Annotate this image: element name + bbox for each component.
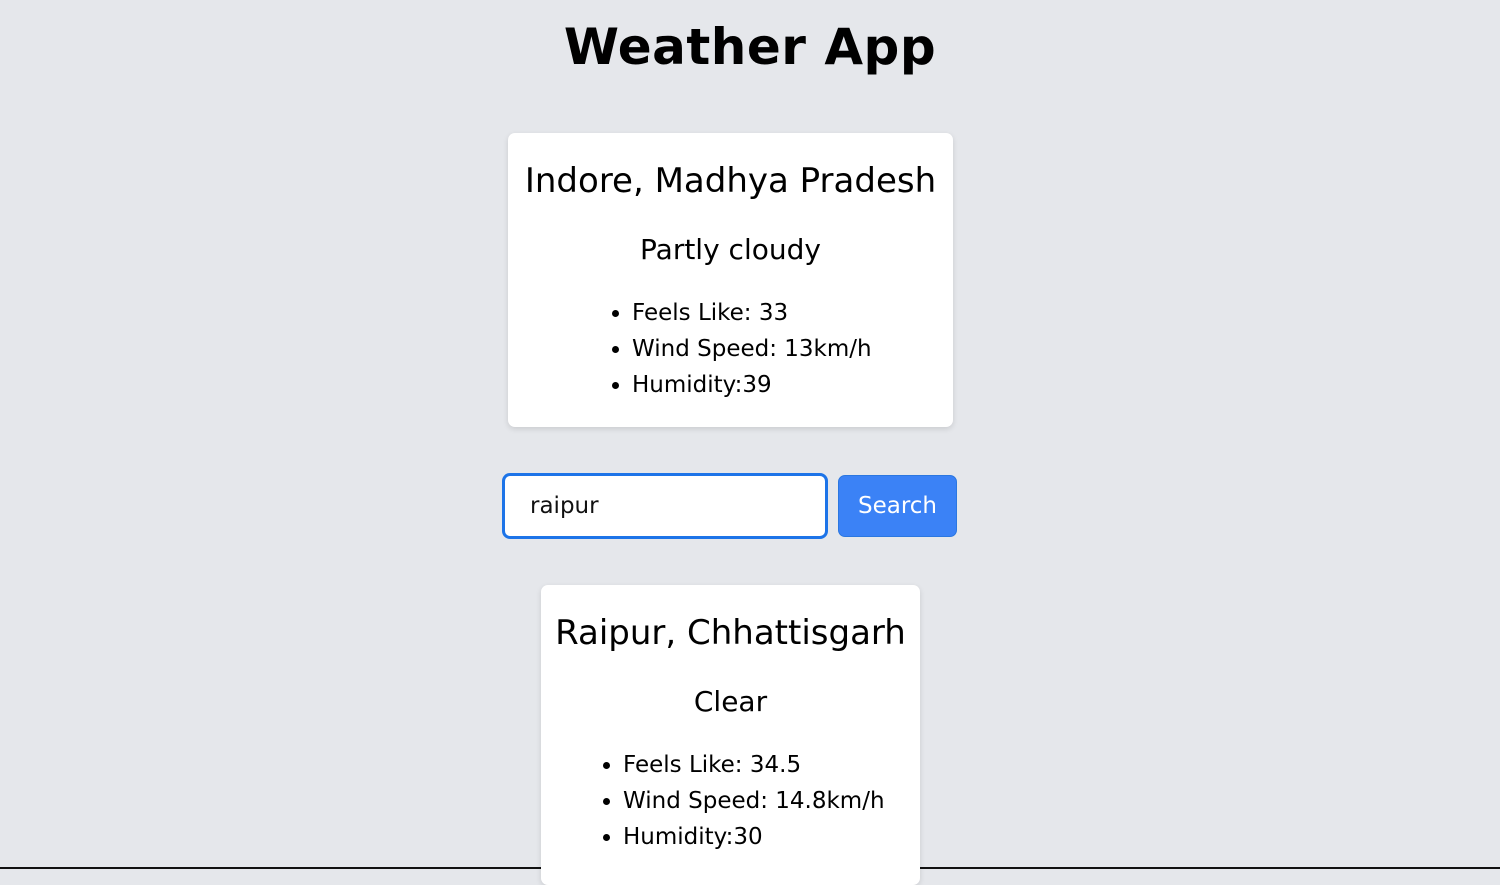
city-search-input[interactable] <box>502 473 828 539</box>
weather-location: Indore, Madhya Pradesh <box>524 161 937 201</box>
weather-details-list: Feels Like: 34.5 Wind Speed: 14.8km/h Hu… <box>599 747 885 855</box>
wind-speed-item: Wind Speed: 13km/h <box>632 331 872 367</box>
search-result-card: Raipur, Chhattisgarh Clear Feels Like: 3… <box>541 585 920 885</box>
weather-condition: Partly cloudy <box>640 233 821 266</box>
current-weather-card: Indore, Madhya Pradesh Partly cloudy Fee… <box>508 133 953 427</box>
weather-location: Raipur, Chhattisgarh <box>555 613 906 653</box>
search-button[interactable]: Search <box>838 475 957 537</box>
humidity-item: Humidity:30 <box>623 819 885 855</box>
page-title: Weather App <box>563 18 937 76</box>
wind-speed-item: Wind Speed: 14.8km/h <box>623 783 885 819</box>
weather-condition: Clear <box>693 685 768 718</box>
humidity-item: Humidity:39 <box>632 367 872 403</box>
feels-like-item: Feels Like: 34.5 <box>623 747 885 783</box>
feels-like-item: Feels Like: 33 <box>632 295 872 331</box>
weather-details-list: Feels Like: 33 Wind Speed: 13km/h Humidi… <box>608 295 872 403</box>
